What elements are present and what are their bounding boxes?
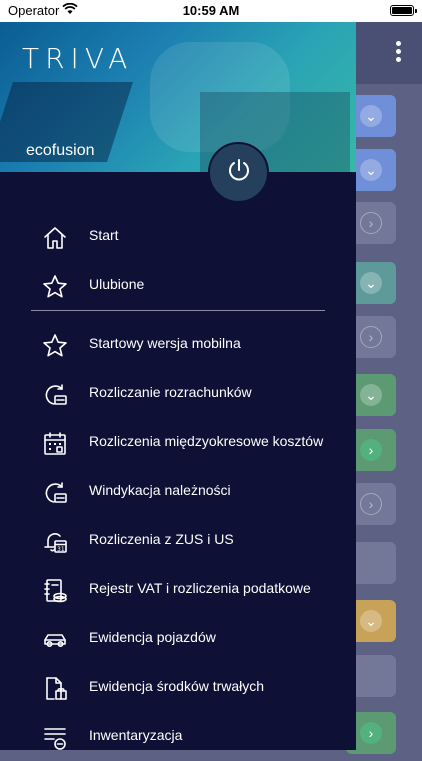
menu-item-main-8[interactable]: Inwentaryzacja [0, 712, 356, 761]
menu-item-label: Rejestr VAT i rozliczenia podatkowe [89, 580, 311, 596]
menu-item-label: Startowy wersja mobilna [89, 335, 241, 351]
menu-item-label: Rozliczanie rozrachunków [89, 384, 252, 400]
menu-item-label: Windykacja należności [89, 482, 231, 498]
menu-item-label: Start [89, 227, 119, 243]
navigation-drawer: TRIVA ecofusion Start Ulubione Startowy w… [0, 22, 356, 750]
more-options-icon[interactable] [388, 38, 408, 68]
menu-item-main-2[interactable]: Rozliczenia międzyokresowe kosztów [0, 418, 356, 467]
power-icon [226, 157, 252, 188]
chevron-right-icon: › [360, 722, 382, 744]
power-button[interactable] [208, 142, 269, 203]
menu-item-label: Ulubione [89, 276, 145, 292]
chevron-right-icon: › [360, 326, 382, 348]
chevron-down-icon: ⌄ [360, 272, 382, 294]
settlement-icon [41, 479, 69, 507]
menu-item-top-0[interactable]: Start [0, 212, 356, 261]
car-icon [41, 626, 69, 654]
calendar-icon [41, 430, 69, 458]
list-icon [41, 724, 69, 752]
home-icon [41, 224, 69, 252]
menu-item-label: Ewidencja środków trwałych [89, 678, 265, 694]
company-name: ecofusion [26, 142, 95, 159]
menu-item-main-7[interactable]: Ewidencja środków trwałych [0, 663, 356, 712]
chevron-right-icon: › [360, 212, 382, 234]
triva-logo: TRIVA [22, 42, 134, 75]
chevron-down-icon: ⌄ [360, 159, 382, 181]
menu-divider [31, 310, 325, 311]
drawer-menu: Start Ulubione Startowy wersja mobilna Roz… [0, 212, 356, 761]
clock: 10:59 AM [182, 3, 240, 18]
menu-item-label: Rozliczenia międzyokresowe kosztów [89, 433, 324, 449]
battery-icon [390, 5, 417, 16]
document-gift-icon [41, 675, 69, 703]
status-bar: Operator 10:59 AM [0, 0, 422, 22]
chevron-down-icon: ⌄ [360, 105, 382, 127]
menu-item-label: Rozliczenia z ZUS i US [89, 531, 234, 547]
chevron-down-icon: ⌄ [360, 610, 382, 632]
chevron-right-icon: › [360, 493, 382, 515]
chevron-down-icon: ⌄ [360, 384, 382, 406]
menu-item-label: Inwentaryzacja [89, 727, 183, 743]
chevron-right-icon: › [360, 439, 382, 461]
menu-item-main-1[interactable]: Rozliczanie rozrachunków [0, 369, 356, 418]
svg-text:31: 31 [57, 546, 65, 553]
bell-calendar-icon: 31 [41, 528, 69, 556]
menu-item-main-5[interactable]: Rejestr VAT i rozliczenia podatkowe [0, 565, 356, 614]
star-icon [41, 273, 69, 301]
star-icon [41, 332, 69, 360]
menu-item-main-3[interactable]: Windykacja należności [0, 467, 356, 516]
menu-item-top-1[interactable]: Ulubione [0, 261, 356, 310]
drawer-header: TRIVA ecofusion [0, 22, 356, 172]
settlement-icon [41, 381, 69, 409]
menu-item-label: Ewidencja pojazdów [89, 629, 216, 645]
ledger-icon [41, 577, 69, 605]
menu-item-main-4[interactable]: 31 Rozliczenia z ZUS i US [0, 516, 356, 565]
menu-item-main-6[interactable]: Ewidencja pojazdów [0, 614, 356, 663]
menu-item-main-0[interactable]: Startowy wersja mobilna [0, 320, 356, 369]
